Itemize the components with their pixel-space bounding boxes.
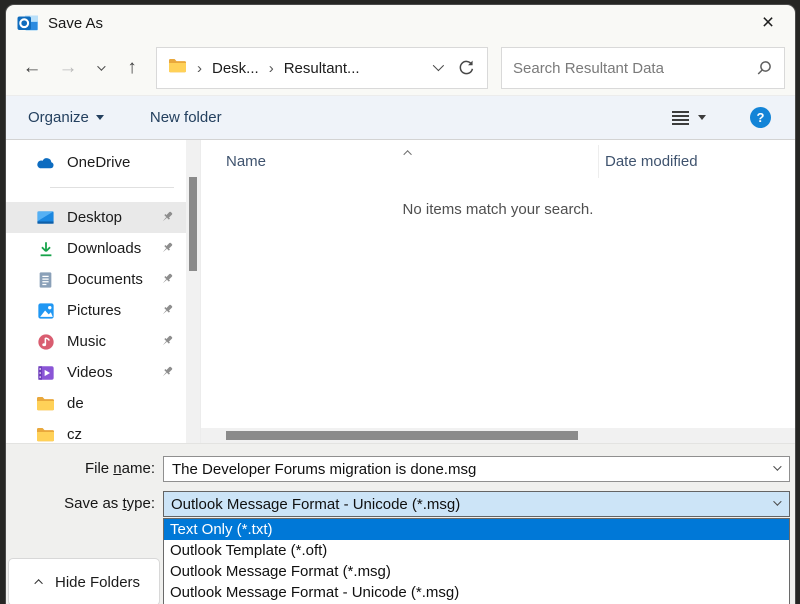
view-options-caret-icon[interactable] [698,115,706,120]
onedrive-cloud-icon [36,153,55,172]
search-icon[interactable] [755,59,773,77]
music-icon [36,332,55,351]
documents-icon [36,270,55,289]
pin-icon[interactable] [160,210,174,228]
downloads-icon [36,239,55,258]
sidebar-item-music[interactable]: Music [6,326,186,357]
column-header-name[interactable]: Name [226,153,266,170]
sidebar-item-label: OneDrive [67,154,130,171]
sidebar-item-label: Pictures [67,302,121,319]
save-as-dialog: Save As × ← → ↑ › Desk... › Resultant... [6,5,795,604]
chevron-up-icon [34,579,42,587]
pictures-icon [36,301,55,320]
horizontal-scrollbar-thumb[interactable] [226,431,578,440]
pin-icon[interactable] [160,334,174,352]
search-input[interactable] [513,60,755,77]
save-form: File name: Save as type: Outlook Message… [6,443,795,604]
save-as-type-combobox[interactable]: Outlook Message Format - Unicode (*.msg) [163,491,790,517]
sidebar: OneDrive Desktop [6,140,186,443]
sidebar-item-label: de [67,395,84,412]
dropdown-option-outlook-message-format-unicode[interactable]: Outlook Message Format - Unicode (*.msg) [164,582,789,603]
sidebar-item-label: Music [67,333,106,350]
organize-label: Organize [28,109,89,126]
pin-icon[interactable] [160,241,174,259]
recent-locations-button[interactable] [86,65,114,71]
caret-down-icon [96,115,104,120]
folder-icon [36,394,55,413]
sidebar-item-documents[interactable]: Documents [6,264,186,295]
pin-icon[interactable] [160,272,174,290]
list-view-icon[interactable] [672,111,689,125]
column-separator [598,145,599,178]
sidebar-item-downloads[interactable]: Downloads [6,233,186,264]
sidebar-scrollbar-thumb[interactable] [189,177,197,271]
sidebar-item-videos[interactable]: Videos [6,357,186,388]
search-box [501,47,785,89]
dialog-toolbar: Organize New folder ? [6,95,795,140]
file-name-input[interactable] [164,461,773,478]
title-bar: Save As × [6,5,795,41]
address-bar[interactable]: › Desk... › Resultant... [156,47,488,89]
sidebar-item-desktop[interactable]: Desktop [6,202,186,233]
dropdown-option-outlook-template[interactable]: Outlook Template (*.oft) [164,540,789,561]
sidebar-item-label: cz [67,426,82,443]
chevron-down-icon [97,62,105,70]
pin-icon[interactable] [160,303,174,321]
file-browser: OneDrive Desktop [6,140,795,443]
forward-button[interactable]: → [50,57,86,79]
save-as-type-dropdown-list: Text Only (*.txt) Outlook Template (*.of… [163,518,790,604]
breadcrumb-desktop[interactable]: Desk... [212,60,259,77]
sidebar-item-label: Downloads [67,240,141,257]
organize-button[interactable]: Organize [28,109,104,126]
sidebar-item-label: Desktop [67,209,122,226]
back-button[interactable]: ← [14,57,50,79]
file-list-panel: Name Date modified No items match your s… [200,140,795,443]
outlook-icon [17,13,39,33]
folder-icon [36,425,55,443]
save-as-type-label: Save as type: [6,491,155,517]
file-name-dropdown-icon[interactable] [773,462,781,470]
pin-icon[interactable] [160,365,174,383]
dropdown-option-text-only[interactable]: Text Only (*.txt) [164,519,789,540]
folder-icon [168,58,187,78]
save-as-type-value: Outlook Message Format - Unicode (*.msg) [164,496,773,513]
sidebar-item-label: Documents [67,271,143,288]
sidebar-item-pictures[interactable]: Pictures [6,295,186,326]
up-button[interactable]: ↑ [114,57,150,79]
save-as-type-dropdown-icon [773,497,781,505]
file-name-combobox [163,456,790,482]
videos-icon [36,363,55,382]
empty-results-message: No items match your search. [201,201,795,218]
breadcrumb-resultant-data[interactable]: Resultant... [284,60,360,77]
hide-folders-label: Hide Folders [55,574,140,591]
close-button[interactable]: × [745,5,791,41]
window-title: Save As [48,15,103,32]
dropdown-option-outlook-message-format[interactable]: Outlook Message Format (*.msg) [164,561,789,582]
sidebar-scrollbar[interactable] [186,140,200,443]
file-name-label: File name: [6,456,155,482]
breadcrumb-separator: › [195,60,204,77]
desktop-icon [36,208,55,227]
new-folder-button[interactable]: New folder [150,109,222,126]
hide-folders-button[interactable]: Hide Folders [8,558,160,604]
sidebar-item-cz[interactable]: cz [6,419,186,443]
help-button[interactable]: ? [750,107,771,128]
horizontal-scrollbar[interactable] [201,428,795,443]
address-dropdown-icon[interactable] [433,59,444,70]
sidebar-item-de[interactable]: de [6,388,186,419]
breadcrumb-separator: › [267,60,276,77]
navigation-bar: ← → ↑ › Desk... › Resultant... [6,41,795,95]
sidebar-item-onedrive[interactable]: OneDrive [6,147,186,178]
column-header-date-modified[interactable]: Date modified [605,153,698,170]
sort-ascending-icon[interactable] [406,143,412,161]
refresh-icon[interactable] [457,59,475,77]
sidebar-item-label: Videos [67,364,113,381]
sidebar-separator [50,187,174,188]
